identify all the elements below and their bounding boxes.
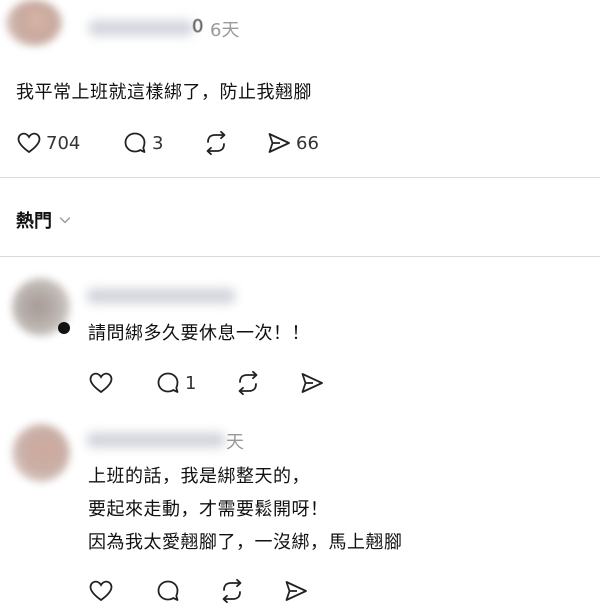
reply-1-comment-count: 1 bbox=[185, 372, 197, 394]
reply-2-text-line-1: 上班的話，我是綁整天的， bbox=[88, 466, 310, 487]
post-author-name[interactable] bbox=[88, 20, 194, 36]
post-author-avatar[interactable] bbox=[6, 0, 62, 46]
post-divider bbox=[0, 177, 600, 178]
send-icon bbox=[268, 133, 290, 153]
chevron-down-icon bbox=[59, 217, 71, 224]
reply-1-thread-dot bbox=[58, 322, 70, 334]
reply-2-share-button[interactable] bbox=[283, 578, 309, 604]
comment-icon bbox=[124, 132, 146, 153]
reply-2-text-line-3: 因為我太愛翹腳了，一沒綁，馬上翹腳 bbox=[88, 532, 403, 553]
sort-label: 熱門 bbox=[16, 211, 52, 232]
reply-2-author-name[interactable] bbox=[86, 432, 226, 448]
reply-2-avatar[interactable] bbox=[12, 424, 70, 482]
comment-icon bbox=[157, 372, 179, 393]
post-share-button[interactable]: 66 bbox=[266, 130, 319, 156]
reply-2-text-line-2: 要起來走動，才需要鬆開呀！ bbox=[88, 499, 329, 520]
post-like-count: 704 bbox=[46, 132, 81, 154]
post-comment-count: 3 bbox=[152, 132, 164, 154]
repost-icon bbox=[222, 578, 242, 604]
reply-1-author-name[interactable] bbox=[86, 288, 236, 304]
sort-dropdown[interactable]: 熱門 bbox=[16, 207, 72, 233]
reply-2-like-button[interactable] bbox=[88, 578, 114, 604]
post-timestamp: 6天 bbox=[210, 20, 240, 41]
post-share-count: 66 bbox=[296, 132, 319, 154]
comment-icon bbox=[157, 580, 179, 601]
send-icon bbox=[285, 581, 307, 601]
reply-2-comment-button[interactable] bbox=[155, 578, 181, 604]
send-icon bbox=[301, 373, 323, 393]
reply-1-like-button[interactable] bbox=[88, 370, 114, 396]
reply-1-text: 請問綁多久要休息一次！！ bbox=[88, 323, 310, 344]
reply-2-timestamp: 天 bbox=[226, 432, 244, 453]
post-author-name-tail: 0 bbox=[192, 16, 204, 37]
sort-divider bbox=[0, 256, 600, 257]
post-text: 我平常上班就這樣綁了，防止我翹腳 bbox=[16, 82, 312, 103]
heart-icon bbox=[89, 372, 113, 394]
repost-icon bbox=[206, 130, 226, 156]
repost-icon bbox=[238, 370, 258, 396]
reply-1-repost-button[interactable] bbox=[234, 370, 262, 396]
post-comment-button[interactable]: 3 bbox=[122, 130, 163, 156]
heart-icon bbox=[17, 132, 41, 154]
post-like-button[interactable]: 704 bbox=[16, 130, 80, 156]
reply-1-comment-button[interactable]: 1 bbox=[155, 370, 196, 396]
heart-icon bbox=[89, 580, 113, 602]
reply-2-repost-button[interactable] bbox=[218, 578, 246, 604]
post-repost-button[interactable] bbox=[202, 130, 230, 156]
reply-1-share-button[interactable] bbox=[299, 370, 325, 396]
